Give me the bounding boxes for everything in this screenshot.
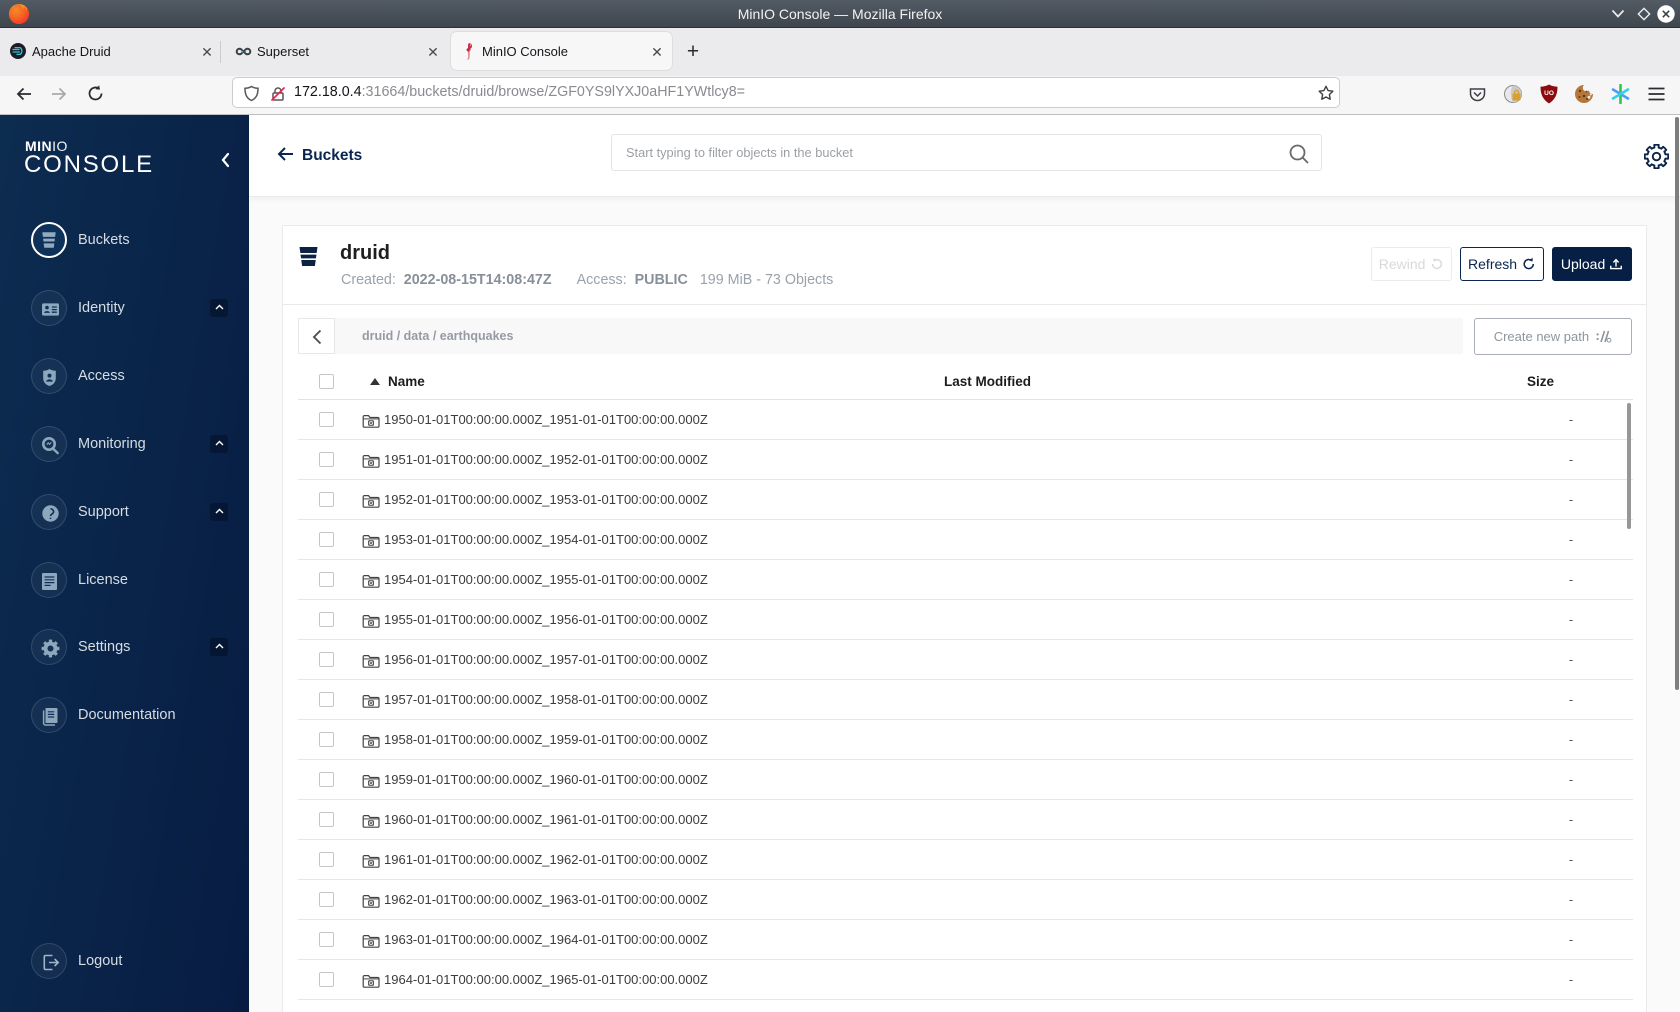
svg-text:UO: UO [1544, 90, 1554, 97]
